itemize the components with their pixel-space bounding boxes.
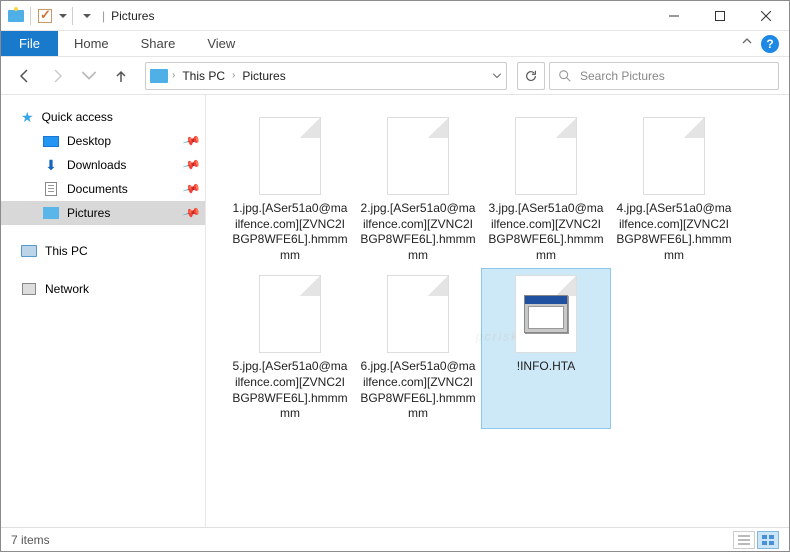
separator bbox=[72, 7, 73, 25]
back-button[interactable] bbox=[11, 62, 39, 90]
sidebar-quickaccess[interactable]: ★ Quick access bbox=[1, 105, 205, 129]
breadcrumb-folder[interactable]: Pictures bbox=[239, 69, 288, 83]
address-bar[interactable]: › This PC › Pictures bbox=[145, 62, 507, 90]
file-name: 4.jpg.[ASer51a0@mailfence.com][ZVNC2IBGP… bbox=[616, 201, 732, 263]
share-tab[interactable]: Share bbox=[125, 31, 192, 56]
app-icon[interactable] bbox=[7, 7, 25, 25]
file-name: 2.jpg.[ASer51a0@mailfence.com][ZVNC2IBGP… bbox=[360, 201, 476, 263]
star-icon: ★ bbox=[21, 109, 34, 126]
search-icon bbox=[558, 69, 572, 83]
home-tab[interactable]: Home bbox=[58, 31, 125, 56]
file-item[interactable]: 2.jpg.[ASer51a0@mailfence.com][ZVNC2IBGP… bbox=[354, 111, 482, 269]
sidebar-item-label: Pictures bbox=[67, 206, 110, 220]
file-name: 3.jpg.[ASer51a0@mailfence.com][ZVNC2IBGP… bbox=[488, 201, 604, 263]
file-item[interactable]: 5.jpg.[ASer51a0@mailfence.com][ZVNC2IBGP… bbox=[226, 269, 354, 427]
pin-icon: 📌 bbox=[182, 131, 202, 151]
sidebar-network[interactable]: Network bbox=[1, 277, 205, 301]
file-icon bbox=[387, 117, 449, 195]
quick-access-toolbar bbox=[1, 7, 96, 25]
search-box[interactable]: Search Pictures bbox=[549, 62, 779, 90]
properties-qat-button[interactable] bbox=[36, 7, 54, 25]
folder-icon bbox=[150, 69, 168, 83]
sidebar-item-label: Downloads bbox=[67, 158, 126, 172]
file-icon bbox=[387, 275, 449, 353]
file-icon bbox=[643, 117, 705, 195]
separator bbox=[30, 7, 31, 25]
breadcrumb-thispc[interactable]: This PC bbox=[179, 69, 228, 83]
help-icon[interactable]: ? bbox=[761, 35, 779, 53]
pictures-icon bbox=[43, 207, 59, 219]
ribbon-tabs: File Home Share View ? bbox=[1, 31, 789, 57]
expand-ribbon-icon[interactable] bbox=[741, 36, 753, 51]
download-icon: ⬇ bbox=[43, 157, 59, 173]
chevron-right-icon[interactable]: › bbox=[172, 70, 175, 81]
file-icon bbox=[259, 275, 321, 353]
hta-icon bbox=[515, 275, 577, 353]
file-item[interactable]: 4.jpg.[ASer51a0@mailfence.com][ZVNC2IBGP… bbox=[610, 111, 738, 269]
maximize-button[interactable] bbox=[697, 1, 743, 31]
window-controls bbox=[651, 1, 789, 31]
nav-toolbar: › This PC › Pictures Search Pictures bbox=[1, 57, 789, 95]
file-name: 5.jpg.[ASer51a0@mailfence.com][ZVNC2IBGP… bbox=[232, 359, 348, 421]
status-bar: 7 items bbox=[1, 527, 789, 551]
sidebar-downloads[interactable]: ⬇ Downloads 📌 bbox=[1, 153, 205, 177]
sidebar-item-label: Documents bbox=[67, 182, 128, 196]
sidebar-pictures[interactable]: Pictures 📌 bbox=[1, 201, 205, 225]
file-view[interactable]: pcrisk 1.jpg.[ASer51a0@mailfence.com][ZV… bbox=[206, 95, 789, 527]
icons-view-button[interactable] bbox=[757, 531, 779, 549]
sidebar-desktop[interactable]: Desktop 📌 bbox=[1, 129, 205, 153]
view-tab[interactable]: View bbox=[191, 31, 251, 56]
details-view-button[interactable] bbox=[733, 531, 755, 549]
computer-icon bbox=[21, 245, 37, 257]
file-name: 6.jpg.[ASer51a0@mailfence.com][ZVNC2IBGP… bbox=[360, 359, 476, 421]
nav-pane: ★ Quick access Desktop 📌 ⬇ Downloads 📌 D… bbox=[1, 95, 206, 527]
sidebar-item-label: Desktop bbox=[67, 134, 111, 148]
minimize-button[interactable] bbox=[651, 1, 697, 31]
pin-icon: 📌 bbox=[182, 179, 202, 199]
file-icon bbox=[515, 117, 577, 195]
file-name: !INFO.HTA bbox=[517, 359, 575, 375]
close-button[interactable] bbox=[743, 1, 789, 31]
pin-icon: 📌 bbox=[182, 155, 202, 175]
qat-menu-button[interactable] bbox=[78, 7, 96, 25]
file-name: 1.jpg.[ASer51a0@mailfence.com][ZVNC2IBGP… bbox=[232, 201, 348, 263]
window-title: Pictures bbox=[111, 9, 154, 23]
network-icon bbox=[22, 283, 36, 295]
explorer-window: | Pictures File Home Share View ? › This… bbox=[0, 0, 790, 552]
recent-locations-button[interactable] bbox=[75, 62, 103, 90]
chevron-down-icon[interactable] bbox=[492, 73, 502, 79]
desktop-icon bbox=[43, 136, 59, 147]
document-icon bbox=[45, 182, 57, 196]
sidebar-documents[interactable]: Documents 📌 bbox=[1, 177, 205, 201]
file-item[interactable]: 1.jpg.[ASer51a0@mailfence.com][ZVNC2IBGP… bbox=[226, 111, 354, 269]
sidebar-item-label: Network bbox=[45, 282, 89, 296]
file-tab[interactable]: File bbox=[1, 31, 58, 56]
file-item[interactable]: !INFO.HTA bbox=[482, 269, 610, 427]
refresh-button[interactable] bbox=[517, 62, 545, 90]
sidebar-item-label: Quick access bbox=[42, 110, 113, 124]
titlebar: | Pictures bbox=[1, 1, 789, 31]
file-item[interactable]: 6.jpg.[ASer51a0@mailfence.com][ZVNC2IBGP… bbox=[354, 269, 482, 427]
body: ★ Quick access Desktop 📌 ⬇ Downloads 📌 D… bbox=[1, 95, 789, 527]
item-count: 7 items bbox=[11, 533, 50, 547]
search-placeholder: Search Pictures bbox=[580, 69, 770, 83]
file-grid: 1.jpg.[ASer51a0@mailfence.com][ZVNC2IBGP… bbox=[226, 111, 769, 428]
title-separator: | bbox=[102, 9, 105, 23]
chevron-right-icon[interactable]: › bbox=[232, 70, 235, 81]
sidebar-thispc[interactable]: This PC bbox=[1, 239, 205, 263]
chevron-down-icon[interactable] bbox=[59, 14, 67, 18]
forward-button[interactable] bbox=[43, 62, 71, 90]
file-icon bbox=[259, 117, 321, 195]
sidebar-item-label: This PC bbox=[45, 244, 88, 258]
up-button[interactable] bbox=[107, 62, 135, 90]
view-switcher bbox=[733, 531, 779, 549]
file-item[interactable]: 3.jpg.[ASer51a0@mailfence.com][ZVNC2IBGP… bbox=[482, 111, 610, 269]
pin-icon: 📌 bbox=[182, 203, 202, 223]
